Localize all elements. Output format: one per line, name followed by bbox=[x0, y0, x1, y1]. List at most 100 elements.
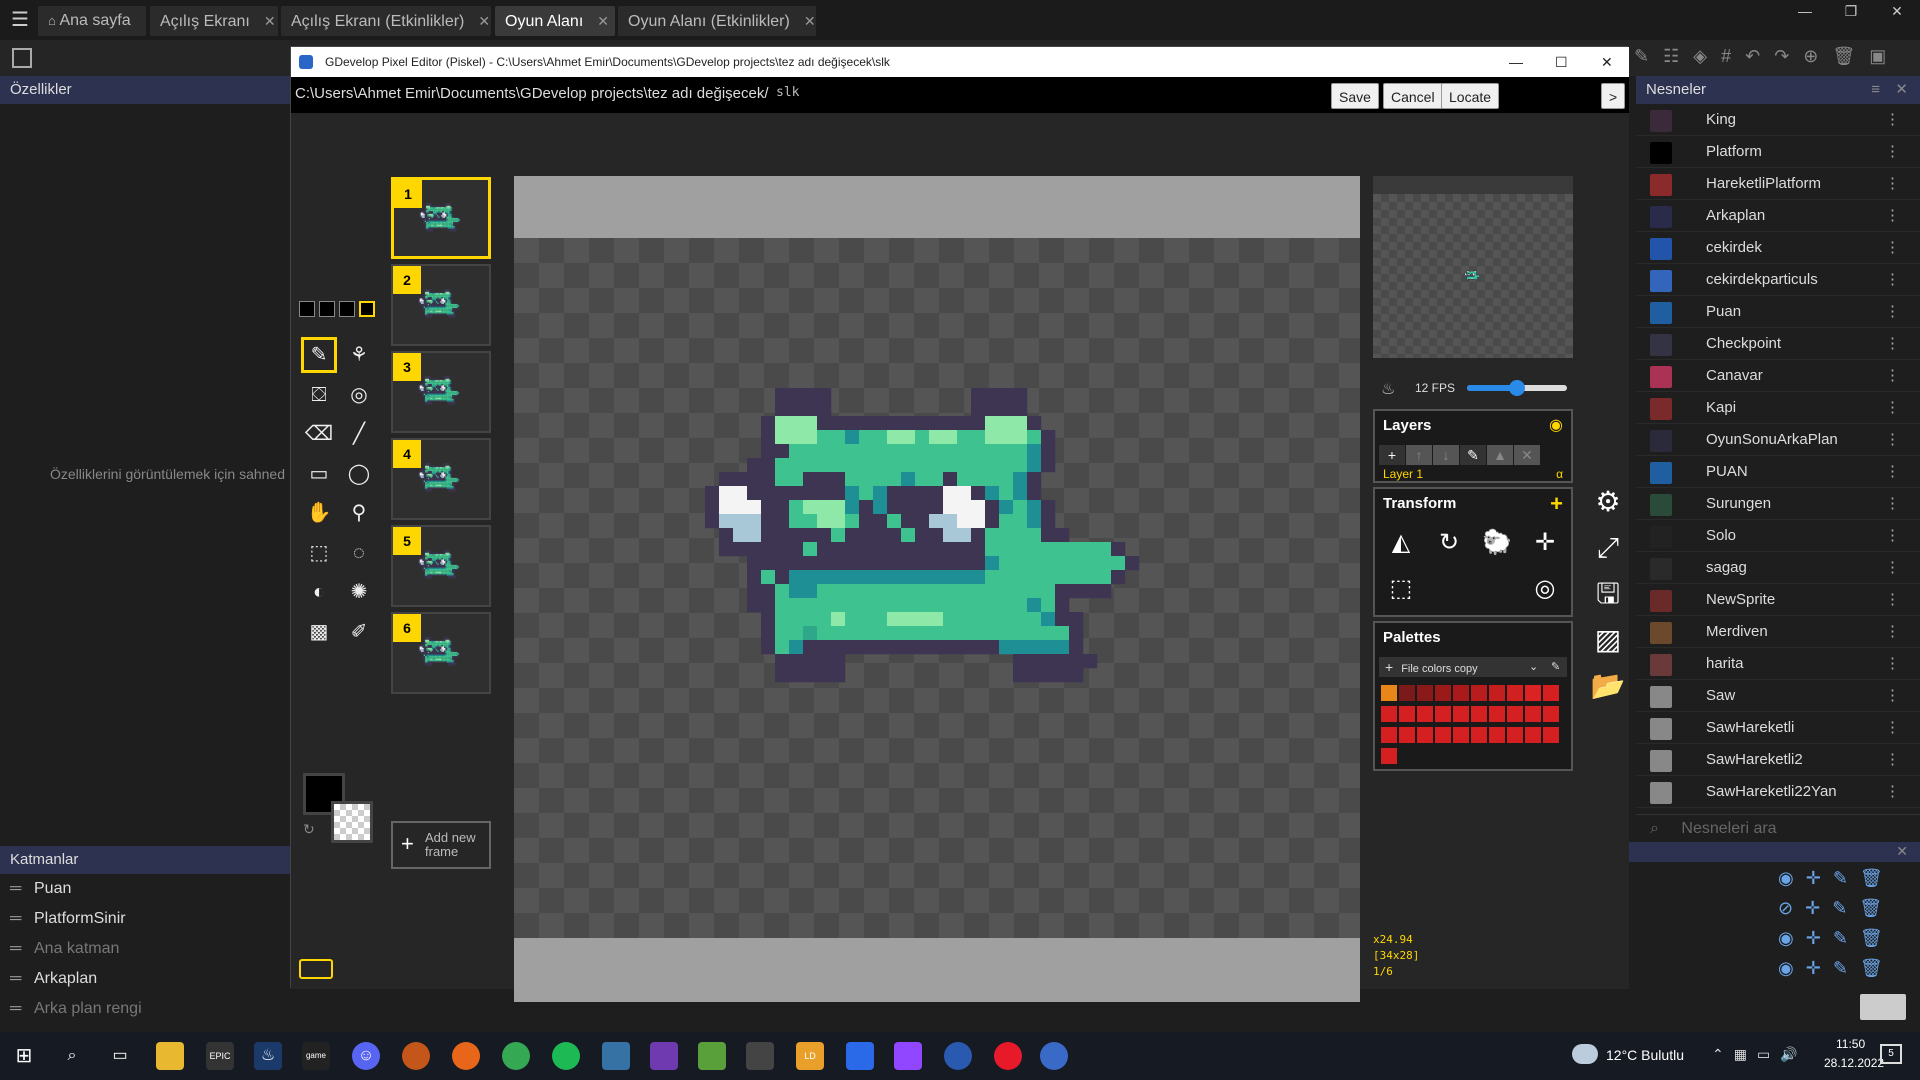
more-options-icon[interactable]: ⋮ bbox=[1885, 776, 1900, 808]
frame-thumbnail[interactable]: 2 bbox=[391, 264, 491, 346]
palette-color[interactable] bbox=[1489, 706, 1505, 722]
object-row[interactable]: PUAN ⋮ bbox=[1636, 456, 1920, 488]
edit-icon[interactable]: ✎ bbox=[1833, 928, 1860, 948]
move-tool-icon[interactable]: ✋ bbox=[301, 495, 337, 531]
app-icon[interactable] bbox=[402, 1042, 430, 1070]
close-icon[interactable]: ✕ bbox=[1896, 843, 1908, 860]
minimize-icon[interactable]: — bbox=[1509, 47, 1523, 77]
rectangle-tool-icon[interactable]: ▭ bbox=[301, 456, 337, 492]
hamburger-menu-icon[interactable]: ☰ bbox=[8, 8, 32, 32]
layer-row[interactable]: ═ Puan bbox=[0, 874, 290, 904]
more-options-icon[interactable]: ⋮ bbox=[1885, 552, 1900, 584]
object-row[interactable]: Merdiven ⋮ bbox=[1636, 616, 1920, 648]
stroke-tool-icon[interactable]: ╱ bbox=[341, 416, 377, 452]
close-window-icon[interactable]: ✕ bbox=[1601, 47, 1613, 77]
eye-icon[interactable]: ◉ bbox=[1778, 868, 1806, 888]
object-row[interactable]: King ⋮ bbox=[1636, 104, 1920, 136]
palette-color[interactable] bbox=[1489, 727, 1505, 743]
more-options-icon[interactable]: ⋮ bbox=[1885, 648, 1900, 680]
palette-color[interactable] bbox=[1381, 706, 1397, 722]
pen-size-1[interactable] bbox=[299, 301, 315, 317]
palette-color[interactable] bbox=[1453, 685, 1469, 701]
drag-handle-icon[interactable]: ═ bbox=[10, 994, 26, 1024]
tab-home[interactable]: ⌂ Ana sayfa bbox=[38, 6, 146, 36]
object-row[interactable]: OyunSonuArkaPlan ⋮ bbox=[1636, 424, 1920, 456]
search-icon[interactable]: ⌕ bbox=[58, 1042, 86, 1070]
trello-icon[interactable] bbox=[846, 1042, 874, 1070]
tab-oyun-alani[interactable]: Oyun Alanı ✕ bbox=[495, 6, 615, 36]
rotate-icon[interactable]: ↻ bbox=[1429, 523, 1469, 563]
target-icon[interactable]: ✛ bbox=[1805, 898, 1832, 918]
palette-color[interactable] bbox=[1453, 706, 1469, 722]
more-options-icon[interactable]: ⋮ bbox=[1885, 456, 1900, 488]
visual-studio-icon[interactable] bbox=[650, 1042, 678, 1070]
weather-icon[interactable] bbox=[1572, 1044, 1598, 1064]
plus-icon[interactable]: + bbox=[1385, 659, 1393, 675]
add-layer-icon[interactable]: + bbox=[1379, 445, 1405, 465]
frame-thumbnail[interactable]: 5 bbox=[391, 525, 491, 607]
more-options-icon[interactable]: ⋮ bbox=[1885, 584, 1900, 616]
paint-bucket-icon[interactable]: ⛋ bbox=[301, 377, 337, 413]
trash-icon[interactable]: 🗑 bbox=[1860, 868, 1895, 888]
onion-skin-icon[interactable]: ♨ bbox=[1381, 379, 1395, 399]
more-options-icon[interactable]: ⋮ bbox=[1885, 616, 1900, 648]
object-row[interactable]: SawHareketli2 ⋮ bbox=[1636, 744, 1920, 776]
settings-icon[interactable]: ⚙ bbox=[1587, 481, 1629, 523]
twitch-icon[interactable] bbox=[894, 1042, 922, 1070]
crop-icon[interactable]: ⬚ bbox=[1381, 569, 1421, 609]
circle-tool-icon[interactable]: ◯ bbox=[341, 456, 377, 492]
more-options-icon[interactable]: ⋮ bbox=[1885, 680, 1900, 712]
more-options-icon[interactable]: ⋮ bbox=[1885, 104, 1900, 136]
gamex-icon[interactable]: game bbox=[302, 1042, 330, 1070]
color-picker-icon[interactable]: ✐ bbox=[341, 614, 377, 650]
more-options-icon[interactable]: ⋮ bbox=[1885, 712, 1900, 744]
lighten-tool-icon[interactable]: ◐ bbox=[301, 574, 337, 610]
eye-icon[interactable]: ⊘ bbox=[1778, 898, 1805, 918]
more-options-icon[interactable]: ⋮ bbox=[1885, 744, 1900, 776]
swap-colors-icon[interactable]: ↻ bbox=[303, 821, 315, 838]
palette-color[interactable] bbox=[1417, 727, 1433, 743]
save-button[interactable]: Save bbox=[1331, 83, 1379, 109]
search-input[interactable]: Nesneleri ara bbox=[1681, 820, 1776, 837]
palette-color[interactable] bbox=[1381, 685, 1397, 701]
close-icon[interactable]: ✕ bbox=[264, 13, 276, 29]
list-icon[interactable]: ☷ bbox=[1663, 46, 1693, 66]
minimize-icon[interactable]: — bbox=[1782, 0, 1828, 22]
dithering-icon[interactable]: ✺ bbox=[341, 574, 377, 610]
trash-icon[interactable]: 🗑 bbox=[1860, 958, 1895, 978]
more-options-icon[interactable]: ⋮ bbox=[1885, 392, 1900, 424]
add-layer-button[interactable] bbox=[1860, 994, 1906, 1020]
notifications-icon[interactable]: 5 bbox=[1880, 1044, 1902, 1064]
merge-layer-icon[interactable]: ▲ bbox=[1487, 445, 1513, 465]
close-icon[interactable]: ✕ bbox=[597, 13, 609, 29]
layer-row[interactable]: ═ Arkaplan bbox=[0, 964, 290, 994]
more-options-icon[interactable]: ⋮ bbox=[1885, 136, 1900, 168]
filter-icon[interactable]: ≡ bbox=[1871, 76, 1880, 104]
object-row[interactable]: SawHareketli22Yan ⋮ bbox=[1636, 776, 1920, 808]
pen-size-selector[interactable] bbox=[299, 301, 375, 319]
flip-icon[interactable]: ◭ bbox=[1381, 523, 1421, 563]
palette-select[interactable]: + File colors copy ⌄ ✎ bbox=[1379, 657, 1567, 677]
drag-handle-icon[interactable]: ═ bbox=[10, 904, 26, 934]
tab-acilis-ekrani[interactable]: Açılış Ekranı ✕ bbox=[150, 6, 278, 36]
palette-color[interactable] bbox=[1525, 685, 1541, 701]
gdevelop-icon[interactable] bbox=[944, 1042, 972, 1070]
layer-row[interactable]: ═ Arka plan rengi bbox=[0, 994, 290, 1024]
open-folder-icon[interactable]: 📂 bbox=[1587, 665, 1629, 707]
ldplayer-icon[interactable]: LD bbox=[796, 1042, 824, 1070]
palette-color[interactable] bbox=[1471, 727, 1487, 743]
edit-icon[interactable]: ✎ bbox=[1832, 898, 1859, 918]
chrome-icon[interactable] bbox=[502, 1042, 530, 1070]
edit-palette-icon[interactable]: ✎ bbox=[1551, 657, 1560, 677]
frame-thumbnail[interactable]: 3 bbox=[391, 351, 491, 433]
restore-icon[interactable]: ❐ bbox=[1828, 0, 1874, 22]
frame-thumbnail[interactable]: 4 bbox=[391, 438, 491, 520]
discord-icon[interactable]: ☺ bbox=[352, 1042, 380, 1070]
clone-icon[interactable]: 🐑 bbox=[1477, 523, 1517, 563]
move-up-icon[interactable]: ↑ bbox=[1406, 445, 1432, 465]
palette-color[interactable] bbox=[1453, 727, 1469, 743]
plus-icon[interactable]: + bbox=[1550, 491, 1563, 517]
center-icon[interactable]: ✛ bbox=[1525, 523, 1565, 563]
maximize-icon[interactable]: ☐ bbox=[1555, 47, 1568, 77]
object-row[interactable]: Arkaplan ⋮ bbox=[1636, 200, 1920, 232]
